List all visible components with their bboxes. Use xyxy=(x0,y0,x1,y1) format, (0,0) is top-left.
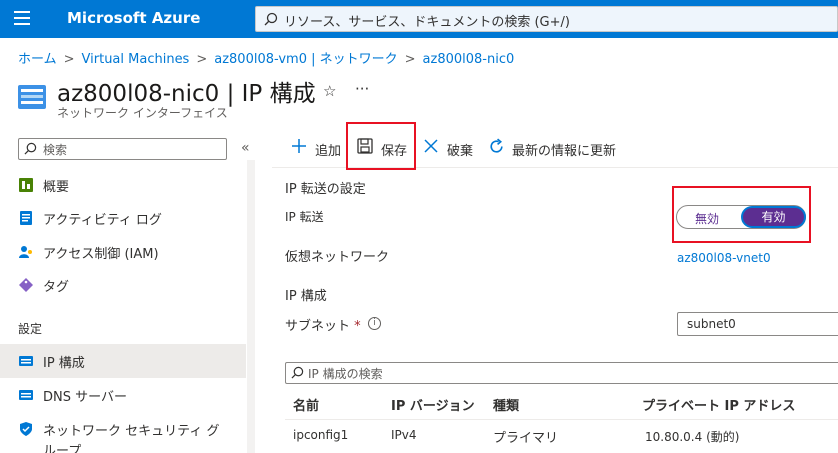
column-header-type[interactable]: 種類 xyxy=(493,395,519,414)
table-cell-type: プライマリ xyxy=(493,431,559,446)
table-cell-private-ip: 10.80.0.4 (動的) xyxy=(645,430,740,444)
sidebar-item-label: DNS サーバー xyxy=(43,390,127,405)
sidebar-item-nsg[interactable]: ネットワーク セキュリティ グ xyxy=(0,412,246,446)
hamburger-menu-icon[interactable] xyxy=(14,11,30,25)
ip-config-search-placeholder: IP 構成の検索 xyxy=(308,367,383,381)
sidebar-search-input[interactable]: 検索 xyxy=(18,138,227,160)
sidebar-item-activity-log[interactable]: アクティビティ ログ xyxy=(0,201,246,235)
breadcrumb-nic[interactable]: az800l08-nic0 xyxy=(423,52,515,67)
breadcrumb-vm-network[interactable]: az800l08-vm0 | ネットワーク xyxy=(214,52,397,67)
column-header-ip-version[interactable]: IP バージョン xyxy=(391,395,475,414)
subnet-selected-value: subnet0 xyxy=(687,317,736,331)
close-icon xyxy=(424,139,438,153)
subnet-select[interactable]: subnet0 xyxy=(677,312,838,336)
search-icon xyxy=(24,142,37,155)
plus-icon xyxy=(292,139,306,153)
sidebar-item-ip-config[interactable]: IP 構成 xyxy=(0,344,246,378)
save-highlight-box xyxy=(346,122,416,170)
global-search-input[interactable]: リソース、サービス、ドキュメントの検索 (G+/) xyxy=(255,6,838,32)
ip-config-search-input[interactable]: IP 構成の検索 xyxy=(285,362,838,384)
favorite-star-icon[interactable]: ☆ xyxy=(323,82,336,100)
sidebar-item-label: アクセス制御 (IAM) xyxy=(43,247,159,262)
page-subtitle: ネットワーク インターフェイス xyxy=(57,106,228,120)
sidebar-item-overview[interactable]: 概要 xyxy=(0,168,246,202)
ip-forwarding-label: IP 転送 xyxy=(285,210,324,224)
collapse-sidebar-icon[interactable]: « xyxy=(241,140,250,156)
nsg-icon xyxy=(20,422,32,436)
column-header-private-ip[interactable]: プライベート IP アドレス xyxy=(642,395,795,414)
vnet-label: 仮想ネットワーク xyxy=(285,250,390,265)
dns-icon xyxy=(19,390,33,400)
activity-log-icon xyxy=(20,211,32,225)
table-divider xyxy=(285,419,838,420)
page-title: az800l08-nic0 | IP 構成 xyxy=(57,81,316,107)
ip-config-section-title: IP 構成 xyxy=(285,289,327,304)
required-marker: * xyxy=(354,319,361,334)
refresh-icon xyxy=(490,138,503,153)
sidebar-item-label: ネットワーク セキュリティ グ xyxy=(43,424,220,439)
sidebar-search-placeholder: 検索 xyxy=(43,143,68,157)
sidebar-item-label: アクティビティ ログ xyxy=(43,213,162,228)
discard-label: 破棄 xyxy=(447,144,474,159)
refresh-label: 最新の情報に更新 xyxy=(512,144,617,159)
breadcrumb-virtual-machines[interactable]: Virtual Machines xyxy=(82,52,190,67)
toggle-highlight-box xyxy=(672,186,811,243)
network-interface-icon xyxy=(18,85,46,109)
table-cell-ip-version: IPv4 xyxy=(391,428,417,442)
breadcrumb: ホーム > Virtual Machines > az800l08-vm0 | ネットワ… xyxy=(18,52,515,67)
more-options-icon[interactable]: ··· xyxy=(355,80,369,98)
vnet-link[interactable]: az800l08-vnet0 xyxy=(677,251,771,265)
sidebar-scrollbar[interactable] xyxy=(247,160,255,453)
sidebar-item-label: タグ xyxy=(43,280,70,295)
sidebar-section-settings: 設定 xyxy=(18,322,43,336)
ip-forwarding-section-title: IP 転送の設定 xyxy=(285,182,366,197)
column-header-name[interactable]: 名前 xyxy=(293,395,319,414)
sidebar-item-label: 概要 xyxy=(43,180,70,195)
search-icon xyxy=(264,12,278,26)
sidebar-item-iam[interactable]: アクセス制御 (IAM) xyxy=(0,235,246,269)
top-bar: Microsoft Azure リソース、サービス、ドキュメントの検索 (G+/… xyxy=(0,0,838,38)
add-label: 追加 xyxy=(315,144,342,159)
iam-icon xyxy=(19,246,32,258)
ip-config-icon xyxy=(19,356,33,366)
sidebar-item-tags[interactable]: タグ xyxy=(0,268,246,302)
subnet-label: サブネット * xyxy=(285,315,361,334)
breadcrumb-home[interactable]: ホーム xyxy=(18,52,57,67)
sidebar-item-label: IP 構成 xyxy=(43,356,85,371)
table-cell-name[interactable]: ipconfig1 xyxy=(293,428,348,442)
search-icon xyxy=(291,366,304,379)
search-placeholder: リソース、サービス、ドキュメントの検索 (G+/) xyxy=(284,15,570,30)
sidebar-item-label-continued: ループ xyxy=(43,444,82,453)
info-icon[interactable]: i xyxy=(368,317,381,330)
overview-icon xyxy=(19,178,33,192)
subnet-label-text: サブネット xyxy=(285,319,351,334)
brand-label[interactable]: Microsoft Azure xyxy=(67,9,200,27)
sidebar-item-dns-servers[interactable]: DNS サーバー xyxy=(0,378,246,412)
tag-icon xyxy=(19,278,33,292)
